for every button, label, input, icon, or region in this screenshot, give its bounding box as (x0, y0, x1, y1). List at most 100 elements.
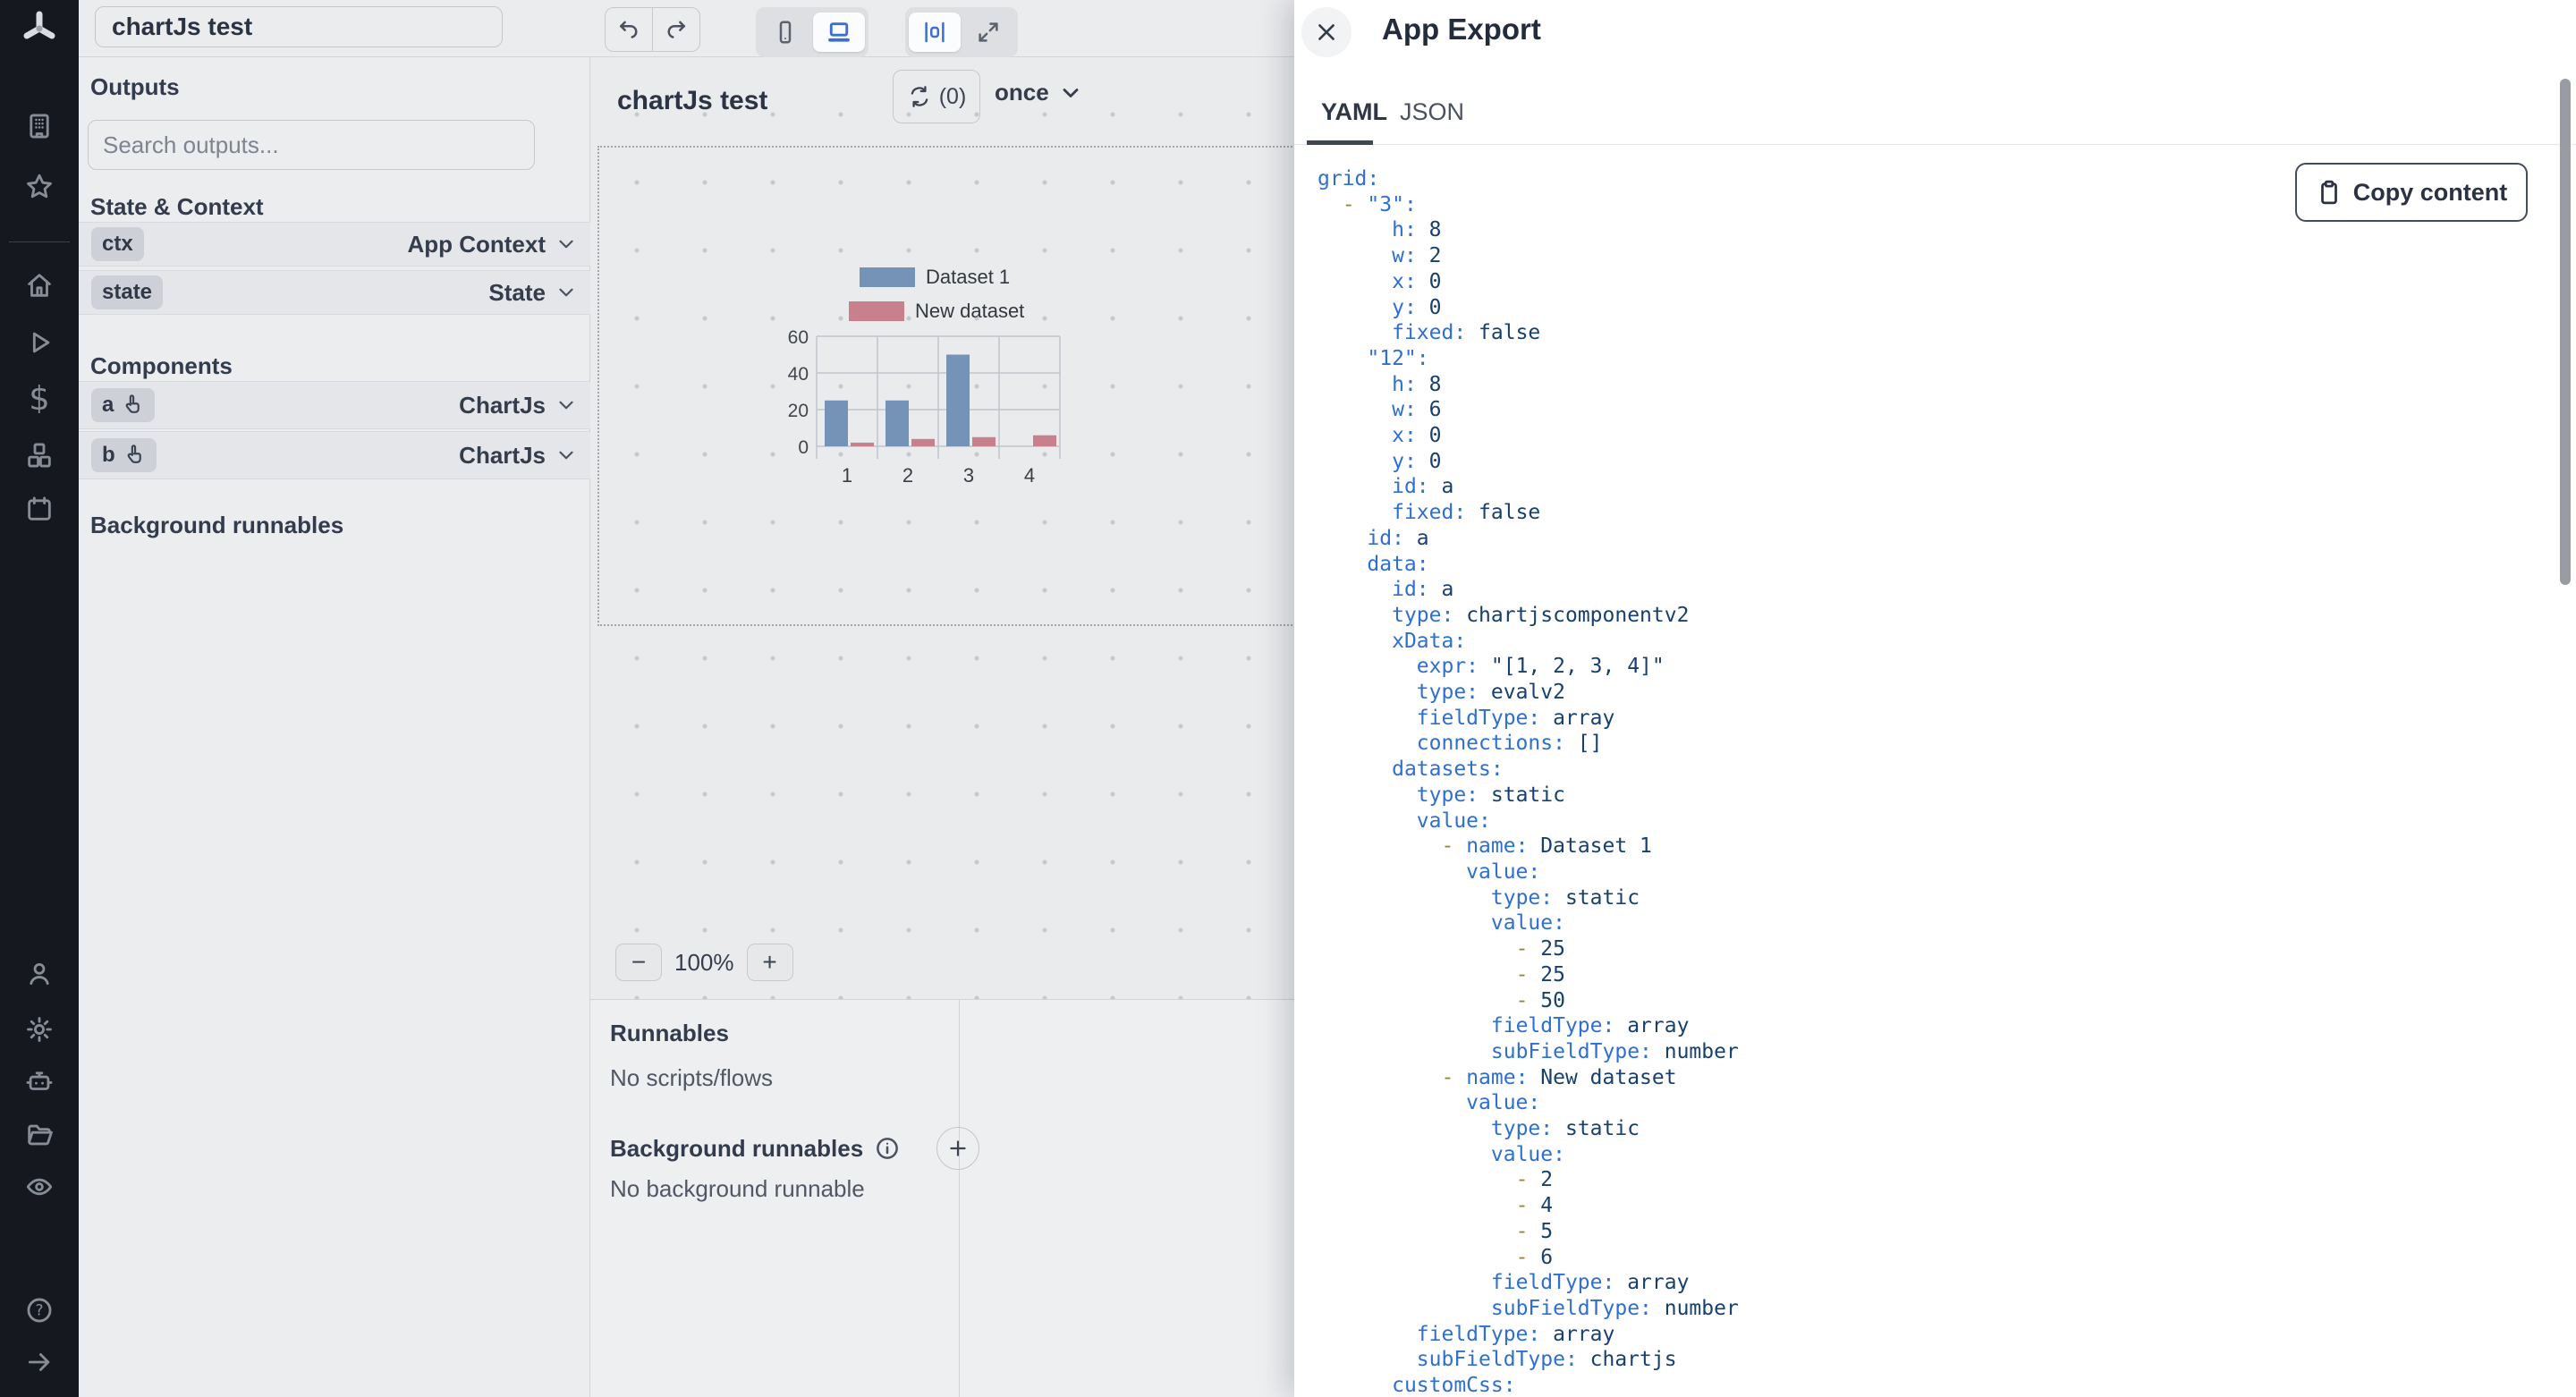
refresh-mode-dropdown[interactable]: once (995, 79, 1083, 106)
calendar-icon (28, 496, 51, 521)
refresh-button[interactable]: (0) (893, 70, 980, 123)
dollar-icon: $ (29, 383, 49, 413)
refresh-icon (911, 86, 928, 107)
svg-text:60: 60 (788, 327, 809, 348)
svg-text:2: 2 (902, 464, 913, 484)
background-runnables-title: Background runnables (90, 512, 344, 538)
tab-yaml[interactable]: YAML (1321, 98, 1387, 126)
copy-content-label: Copy content (2352, 178, 2508, 206)
svg-text:?: ? (35, 1302, 43, 1320)
svg-text:$: $ (29, 383, 49, 413)
favorites-button[interactable] (24, 172, 55, 202)
refresh-count: (0) (938, 83, 967, 109)
chartjs-bar-chart: Dataset 1 New dataset 0 20 40 60 1 2 3 4 (788, 266, 1061, 484)
building-icon (30, 114, 49, 139)
redo-button[interactable] (653, 8, 699, 51)
svg-text:20: 20 (788, 401, 809, 421)
info-icon (877, 1138, 899, 1159)
variables-button[interactable]: $ (24, 383, 55, 413)
fullscreen-button[interactable] (962, 13, 1014, 52)
component-a-type: ChartJs (459, 391, 546, 419)
schedules-button[interactable] (24, 494, 55, 524)
eye-icon (26, 1178, 53, 1196)
output-row-ctx[interactable]: ctx App Context (79, 222, 590, 267)
add-background-runnable-button[interactable] (936, 1127, 980, 1170)
folder-icon (28, 1124, 53, 1146)
undo-icon (620, 21, 638, 38)
hand-pointer-icon (125, 394, 140, 413)
drawer-title: App Export (1382, 13, 1541, 46)
workspace-button[interactable] (24, 111, 55, 141)
user-icon (30, 962, 49, 986)
settings-button[interactable] (24, 1014, 55, 1045)
device-toggle (756, 7, 869, 57)
component-b-id: b (102, 443, 115, 467)
close-drawer-button[interactable] (1301, 7, 1352, 57)
search-outputs-input[interactable] (88, 120, 535, 170)
runnables-title: Runnables (610, 1020, 729, 1046)
yaml-code-block: grid: - "3": h: 8 w: 2 x: 0 y: 0 fixed: … (1318, 167, 1739, 1397)
help-button[interactable]: ? (24, 1295, 55, 1325)
mobile-view-button[interactable] (759, 13, 811, 52)
copy-content-button[interactable]: Copy content (2295, 163, 2528, 222)
folders-button[interactable] (24, 1120, 55, 1150)
collapse-rail-button[interactable] (24, 1347, 55, 1377)
center-layout-icon (925, 21, 945, 43)
user-button[interactable] (24, 959, 55, 989)
redo-icon (667, 21, 685, 38)
hand-pointer-icon (127, 444, 141, 463)
play-icon (32, 332, 50, 353)
zoom-in-button[interactable]: + (746, 944, 793, 981)
panel-divider (959, 1000, 960, 1397)
robot-icon (26, 1071, 53, 1090)
svg-text:New dataset: New dataset (915, 300, 1024, 322)
help-icon: ? (27, 1298, 52, 1323)
component-b-type: ChartJs (459, 441, 546, 469)
star-icon (27, 174, 52, 199)
gear-icon (27, 1017, 52, 1042)
expand-icon (979, 22, 998, 42)
svg-text:Dataset 1: Dataset 1 (926, 266, 1010, 288)
center-layout-button[interactable] (909, 13, 961, 52)
desktop-view-button[interactable] (813, 13, 865, 52)
tab-json[interactable]: JSON (1400, 98, 1464, 126)
left-rail: $ ? (0, 0, 79, 1397)
ctx-type-label: App Context (407, 230, 546, 258)
component-a-id: a (102, 393, 114, 417)
chevron-down-icon (559, 451, 573, 460)
svg-text:1: 1 (842, 464, 852, 484)
export-tabbar: YAML JSON (1294, 86, 2576, 145)
zoom-out-button[interactable]: − (615, 944, 662, 981)
active-tab-underline (1307, 140, 1373, 145)
component-row-b[interactable]: b ChartJs (79, 431, 590, 479)
undo-redo-group (605, 7, 700, 52)
ctx-badge: ctx (91, 227, 144, 261)
state-context-title: State & Context (90, 193, 264, 220)
background-runnables-empty-text: No background runnable (610, 1175, 865, 1202)
chevron-down-icon (559, 288, 573, 297)
components-title: Components (90, 352, 233, 379)
runs-button[interactable] (24, 327, 55, 358)
audit-button[interactable] (24, 1172, 55, 1202)
close-icon (1318, 24, 1335, 40)
undo-button[interactable] (606, 8, 653, 51)
canvas-app-title: chartJs test (617, 86, 768, 115)
runnables-empty-text: No scripts/flows (610, 1064, 774, 1091)
canvas-zoom-bar: − 100% + (615, 944, 793, 981)
cubes-icon (28, 443, 51, 468)
plus-icon (950, 1140, 966, 1156)
output-row-state[interactable]: state State (79, 270, 590, 315)
chevron-down-icon (559, 240, 573, 249)
windmill-logo[interactable] (20, 9, 59, 48)
resources-button[interactable] (24, 440, 55, 470)
background-runnables-title: Background runnables (610, 1134, 864, 1162)
windmill-app-editor: $ ? chartJs test Outputs Search outputs.… (0, 0, 2576, 1397)
component-row-a[interactable]: a ChartJs (79, 381, 590, 429)
app-title-input[interactable] (95, 6, 503, 47)
workers-button[interactable] (24, 1066, 55, 1096)
state-type-label: State (488, 278, 546, 306)
home-button[interactable] (24, 270, 55, 301)
svg-text:3: 3 (963, 464, 974, 484)
desktop-icon (828, 22, 850, 42)
scrollbar-thumb[interactable] (2560, 79, 2571, 585)
